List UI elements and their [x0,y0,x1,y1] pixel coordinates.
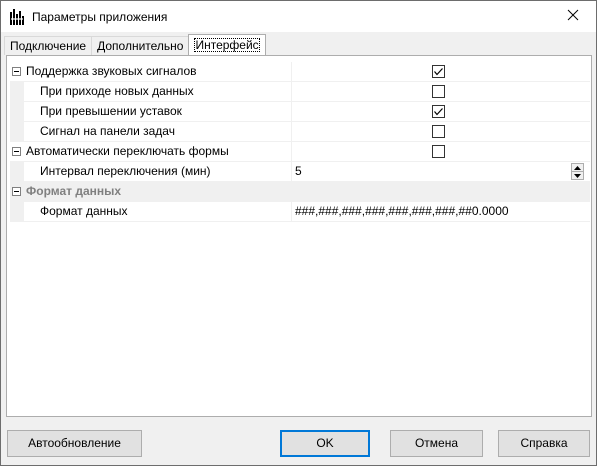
property-category-data-format[interactable]: Формат данных [10,182,590,202]
property-value-cell [292,142,590,161]
property-row-auto-switch-forms[interactable]: Автоматически переключать формы [10,142,590,162]
window-title: Параметры приложения [32,10,168,24]
sound-support-checkbox[interactable] [432,65,445,78]
property-row-switch-interval[interactable]: Интервал переключения (мин) 5 [10,162,590,182]
collapse-icon[interactable] [12,147,21,156]
spinner-control[interactable] [571,163,584,180]
property-name-cell: При превышении уставок [10,102,292,121]
property-name-cell: Поддержка звуковых сигналов [10,62,292,81]
collapse-icon[interactable] [12,67,21,76]
property-value-cell [292,102,590,121]
category-name-cell: Формат данных [10,182,590,201]
property-name-cell: Автоматически переключать формы [10,142,292,161]
property-row-setpoint-exceeded[interactable]: При превышении уставок [10,102,590,122]
tab-interface[interactable]: Интерфейс [188,34,266,55]
collapse-icon[interactable] [12,187,21,196]
new-data-checkbox[interactable] [432,85,445,98]
indent-bar [10,162,24,181]
property-value-cell [292,82,590,101]
help-button[interactable]: Справка [498,430,590,457]
setpoint-exceeded-checkbox[interactable] [432,105,445,118]
close-icon [567,9,579,24]
tab-connection-label: Подключение [10,39,87,53]
property-value-cell [292,122,590,141]
auto-update-button[interactable]: Автообновление [7,430,142,457]
title-bar: Параметры приложения [1,1,596,32]
checkmark-icon [434,108,443,116]
property-label: Сигнал на панели задач [40,124,175,138]
property-row-taskbar-signal[interactable]: Сигнал на панели задач [10,122,590,142]
property-label: Формат данных [40,204,128,218]
indent-bar [10,102,24,121]
settings-dialog: Параметры приложения Подключение Дополни… [0,0,597,466]
auto-switch-forms-checkbox[interactable] [432,145,445,158]
property-label: Поддержка звуковых сигналов [26,64,197,78]
cancel-button[interactable]: Отмена [390,430,483,457]
property-name-cell: Формат данных [10,202,292,221]
spin-up-button[interactable] [572,164,583,172]
tab-interface-label: Интерфейс [194,38,260,52]
category-label: Формат данных [26,184,122,198]
property-label: Автоматически переключать формы [26,144,229,158]
data-format-value[interactable]: ###,###,###,###,###,###,###,##0.0000 [295,204,509,218]
arrow-up-icon [574,165,581,170]
tab-advanced-label: Дополнительно [97,39,184,53]
property-label: Интервал переключения (мин) [40,164,211,178]
tab-strip: Подключение Дополнительно Интерфейс [4,34,266,55]
property-label: При приходе новых данных [40,84,194,98]
property-row-new-data[interactable]: При приходе новых данных [10,82,590,102]
data-format-field[interactable]: ###,###,###,###,###,###,###,##0.0000 [292,202,590,221]
property-value-cell [292,62,590,81]
switch-interval-value[interactable]: 5 [295,164,302,178]
spin-down-button[interactable] [572,172,583,179]
tab-advanced[interactable]: Дополнительно [91,36,190,55]
property-row-sound-support[interactable]: Поддержка звуковых сигналов [10,62,590,82]
indent-bar [10,202,24,221]
app-icon [10,9,24,25]
taskbar-signal-checkbox[interactable] [432,125,445,138]
arrow-down-icon [574,173,581,178]
indent-bar [10,82,24,101]
property-label: При превышении уставок [40,104,182,118]
close-button[interactable] [550,1,596,32]
property-name-cell: Интервал переключения (мин) [10,162,292,181]
indent-bar [10,122,24,141]
ok-button[interactable]: OK [280,430,370,457]
checkmark-icon [434,68,443,76]
property-name-cell: Сигнал на панели задач [10,122,292,141]
property-row-data-format[interactable]: Формат данных ###,###,###,###,###,###,##… [10,202,590,222]
property-grid: Поддержка звуковых сигналов При приходе … [10,62,590,222]
tab-panel-interface: Поддержка звуковых сигналов При приходе … [6,55,592,417]
tab-connection[interactable]: Подключение [4,36,93,55]
switch-interval-stepper[interactable]: 5 [292,162,590,181]
property-name-cell: При приходе новых данных [10,82,292,101]
